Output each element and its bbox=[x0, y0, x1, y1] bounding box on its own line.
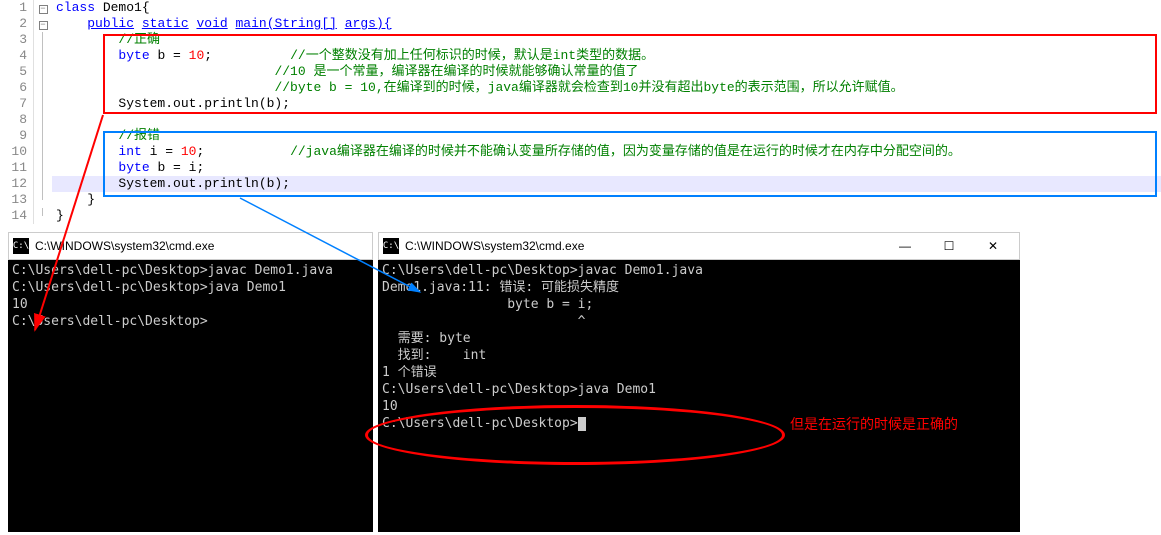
terminal-right[interactable]: C:\ C:\WINDOWS\system32\cmd.exe — ☐ ✕ C:… bbox=[378, 232, 1020, 532]
code-line[interactable]: 11 byte b = i; bbox=[0, 160, 1161, 176]
line-number: 1 bbox=[0, 0, 34, 16]
code-line[interactable]: 8 bbox=[0, 112, 1161, 128]
fold-gutter[interactable] bbox=[34, 32, 52, 48]
code-line[interactable]: 12 System.out.println(b); bbox=[0, 176, 1161, 192]
code-editor[interactable]: 1−class Demo1{2− public static void main… bbox=[0, 0, 1161, 224]
code-content[interactable]: } bbox=[52, 192, 1161, 208]
fold-gutter[interactable] bbox=[34, 208, 52, 224]
cmd-icon: C:\ bbox=[383, 238, 399, 254]
terminal-title: C:\WINDOWS\system32\cmd.exe bbox=[405, 239, 883, 253]
line-number: 5 bbox=[0, 64, 34, 80]
code-line[interactable]: 10 int i = 10; //java编译器在编译的时候并不能确认变量所存储… bbox=[0, 144, 1161, 160]
code-line[interactable]: 9 //报错 bbox=[0, 128, 1161, 144]
cmd-icon: C:\ bbox=[13, 238, 29, 254]
code-line[interactable]: 2− public static void main(String[] args… bbox=[0, 16, 1161, 32]
terminal-title: C:\WINDOWS\system32\cmd.exe bbox=[35, 239, 368, 253]
terminal-left[interactable]: C:\ C:\WINDOWS\system32\cmd.exe C:\Users… bbox=[8, 232, 373, 532]
code-content[interactable]: byte b = i; bbox=[52, 160, 1161, 176]
cursor bbox=[578, 417, 586, 431]
line-number: 13 bbox=[0, 192, 34, 208]
fold-gutter[interactable] bbox=[34, 144, 52, 160]
code-content[interactable]: //10 是一个常量，编译器在编译的时候就能够确认常量的值了 bbox=[52, 64, 1161, 80]
terminal-output: C:\Users\dell-pc\Desktop>javac Demo1.jav… bbox=[8, 260, 373, 332]
code-content[interactable]: int i = 10; //java编译器在编译的时候并不能确认变量所存储的值，… bbox=[52, 144, 1161, 160]
code-line[interactable]: 3 //正确 bbox=[0, 32, 1161, 48]
code-line[interactable]: 13 } bbox=[0, 192, 1161, 208]
fold-gutter[interactable]: − bbox=[34, 16, 52, 32]
code-content[interactable]: System.out.println(b); bbox=[52, 96, 1161, 112]
code-content[interactable]: byte b = 10; //一个整数没有加上任何标识的时候，默认是int类型的… bbox=[52, 48, 1161, 64]
fold-gutter[interactable] bbox=[34, 160, 52, 176]
fold-gutter[interactable] bbox=[34, 80, 52, 96]
fold-gutter[interactable] bbox=[34, 96, 52, 112]
line-number: 10 bbox=[0, 144, 34, 160]
code-content[interactable]: //正确 bbox=[52, 32, 1161, 48]
line-number: 6 bbox=[0, 80, 34, 96]
fold-gutter[interactable] bbox=[34, 176, 52, 192]
code-content[interactable]: class Demo1{ bbox=[52, 0, 1161, 16]
fold-gutter[interactable] bbox=[34, 112, 52, 128]
line-number: 3 bbox=[0, 32, 34, 48]
code-line[interactable]: 1−class Demo1{ bbox=[0, 0, 1161, 16]
code-content[interactable]: //byte b = 10,在编译到的时候，java编译器就会检查到10并没有超… bbox=[52, 80, 1161, 96]
line-number: 7 bbox=[0, 96, 34, 112]
terminal-titlebar[interactable]: C:\ C:\WINDOWS\system32\cmd.exe bbox=[8, 232, 373, 260]
line-number: 8 bbox=[0, 112, 34, 128]
red-annotation-text: 但是在运行的时候是正确的 bbox=[790, 414, 958, 434]
code-content[interactable] bbox=[52, 112, 1161, 128]
terminal-titlebar[interactable]: C:\ C:\WINDOWS\system32\cmd.exe — ☐ ✕ bbox=[378, 232, 1020, 260]
line-number: 11 bbox=[0, 160, 34, 176]
code-line[interactable]: 7 System.out.println(b); bbox=[0, 96, 1161, 112]
fold-gutter[interactable] bbox=[34, 48, 52, 64]
fold-gutter[interactable] bbox=[34, 128, 52, 144]
line-number: 2 bbox=[0, 16, 34, 32]
code-line[interactable]: 14} bbox=[0, 208, 1161, 224]
line-number: 4 bbox=[0, 48, 34, 64]
fold-gutter[interactable] bbox=[34, 64, 52, 80]
line-number: 14 bbox=[0, 208, 34, 224]
window-controls: — ☐ ✕ bbox=[883, 233, 1015, 259]
code-content[interactable]: } bbox=[52, 208, 1161, 224]
code-content[interactable]: public static void main(String[] args){ bbox=[52, 16, 1161, 32]
code-line[interactable]: 5 //10 是一个常量，编译器在编译的时候就能够确认常量的值了 bbox=[0, 64, 1161, 80]
maximize-button[interactable]: ☐ bbox=[927, 233, 971, 259]
code-line[interactable]: 4 byte b = 10; //一个整数没有加上任何标识的时候，默认是int类… bbox=[0, 48, 1161, 64]
line-number: 12 bbox=[0, 176, 34, 192]
fold-gutter[interactable]: − bbox=[34, 0, 52, 16]
fold-minus-icon[interactable]: − bbox=[39, 5, 48, 14]
code-line[interactable]: 6 //byte b = 10,在编译到的时候，java编译器就会检查到10并没… bbox=[0, 80, 1161, 96]
close-button[interactable]: ✕ bbox=[971, 233, 1015, 259]
fold-minus-icon[interactable]: − bbox=[39, 21, 48, 30]
terminal-output: C:\Users\dell-pc\Desktop>javac Demo1.jav… bbox=[378, 260, 1020, 434]
minimize-button[interactable]: — bbox=[883, 233, 927, 259]
line-number: 9 bbox=[0, 128, 34, 144]
code-content[interactable]: //报错 bbox=[52, 128, 1161, 144]
code-content[interactable]: System.out.println(b); bbox=[52, 176, 1161, 192]
fold-gutter[interactable] bbox=[34, 192, 52, 208]
